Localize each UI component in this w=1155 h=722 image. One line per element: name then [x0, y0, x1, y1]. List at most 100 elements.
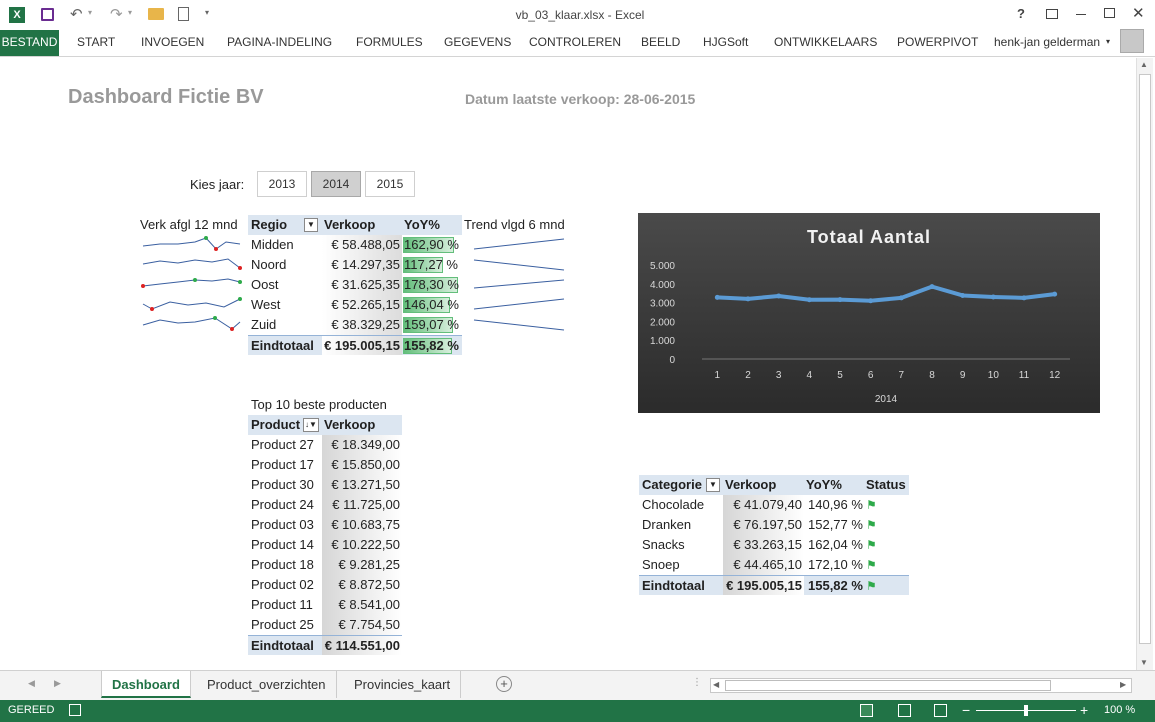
product-sort-filter-icon[interactable]: ↓▼: [303, 418, 319, 432]
customize-toolbar-icon[interactable]: ▾: [205, 8, 209, 17]
year-button-2014[interactable]: 2014: [311, 171, 361, 197]
yoy-value: 159,07 %: [404, 317, 459, 332]
macro-record-icon[interactable]: [69, 704, 81, 716]
tab-powerpivot[interactable]: POWERPIVOT: [897, 30, 978, 56]
x-tick-label: 9: [960, 370, 966, 381]
chart-title: Totaal Aantal: [807, 227, 931, 247]
help-icon[interactable]: ?: [1017, 6, 1025, 21]
product-name: Product 27: [251, 437, 314, 452]
product-name: Product 14: [251, 537, 314, 552]
scroll-thumb[interactable]: [1139, 74, 1151, 644]
redo-dropdown-icon[interactable]: ▾: [128, 8, 132, 17]
region-sales: € 52.265,15: [322, 295, 402, 315]
add-sheet-icon[interactable]: +: [496, 676, 512, 692]
redo-icon[interactable]: ↷: [110, 5, 123, 23]
region-yoy: 159,07 %: [402, 315, 462, 335]
product-name: Product 30: [251, 477, 314, 492]
save-icon[interactable]: [41, 8, 54, 21]
avatar[interactable]: [1120, 29, 1144, 53]
user-dropdown-icon[interactable]: ▾: [1106, 30, 1110, 56]
page-layout-view-icon[interactable]: [898, 704, 911, 717]
y-tick-label: 1.000: [650, 336, 675, 347]
category-name: Snoep: [642, 557, 680, 572]
product-sales-header: Verkoop: [322, 415, 402, 435]
scroll-left-icon[interactable]: ◀: [713, 680, 719, 689]
tab-hjgsoft[interactable]: HJGSoft: [703, 30, 748, 56]
sparklines-left: [141, 236, 242, 331]
product-sales: € 18.349,00: [322, 435, 402, 455]
category-yoy: 152,77 %: [808, 517, 863, 532]
page-break-view-icon[interactable]: [934, 704, 947, 717]
scroll-right-icon[interactable]: ▶: [1120, 680, 1126, 689]
product-table-caption: Top 10 beste producten: [251, 397, 387, 412]
yoy-value: 146,04 %: [404, 297, 459, 312]
region-filter-icon[interactable]: ▼: [304, 218, 318, 232]
horizontal-scrollbar[interactable]: ◀ ▶: [710, 678, 1132, 693]
year-button-2013[interactable]: 2013: [257, 171, 307, 197]
title-bar: X ↶ ▾ ↷ ▾ ▾ vb_03_klaar.xlsx - Excel ? ✕: [0, 0, 1155, 30]
new-file-icon[interactable]: [178, 7, 189, 21]
tab-start[interactable]: START: [77, 30, 115, 56]
dashboard-title: Dashboard Fictie BV: [68, 86, 264, 108]
zoom-out-icon[interactable]: −: [962, 702, 970, 718]
zoom-level[interactable]: 100 %: [1104, 704, 1135, 716]
status-cell: ⚑: [864, 515, 909, 535]
sheet-tab-provincies-kaart[interactable]: Provincies_kaart: [344, 671, 462, 698]
tab-ontwikkelaars[interactable]: ONTWIKKELAARS: [774, 30, 877, 56]
region-yoy: 146,04 %: [402, 295, 462, 315]
region-sales: € 14.297,35: [322, 255, 402, 275]
status-cell: ⚑: [864, 535, 909, 555]
split-handle-icon[interactable]: ⋮: [692, 677, 702, 688]
tab-formules[interactable]: FORMULES: [356, 30, 423, 56]
yoy-value: 117,27 %: [404, 257, 458, 272]
year-slicer-label: Kies jaar:: [190, 177, 245, 192]
tab-pagina-indeling[interactable]: PAGINA-INDELING: [227, 30, 332, 56]
x-tick-label: 12: [1049, 370, 1061, 381]
region-name: Noord: [251, 257, 287, 272]
product-sales: € 9.281,25: [322, 555, 402, 575]
tab-bestand[interactable]: BESTAND: [0, 30, 59, 56]
vertical-scrollbar[interactable]: ▲ ▼: [1136, 58, 1153, 670]
scroll-down-icon[interactable]: ▼: [1140, 658, 1148, 667]
category-total-yoy: 155,82 %: [804, 575, 864, 595]
minimize-icon[interactable]: [1076, 14, 1086, 15]
undo-dropdown-icon[interactable]: ▾: [88, 8, 92, 17]
tab-gegevens[interactable]: GEGEVENS: [444, 30, 511, 56]
ready-status: GEREED: [8, 704, 55, 716]
region-yoy-header: YoY%: [402, 215, 462, 235]
x-tick-label: 8: [929, 370, 935, 381]
status-cell: ⚑: [864, 495, 909, 515]
scroll-up-icon[interactable]: ▲: [1140, 60, 1148, 69]
product-total-sales: € 114.551,00: [322, 635, 402, 655]
category-sales: € 41.079,40: [723, 495, 804, 515]
sheet-tabs-bar: ◀ ▶ Dashboard Product_overzichten Provin…: [0, 670, 1155, 700]
ribbon-display-icon[interactable]: [1046, 9, 1058, 19]
normal-view-icon[interactable]: [860, 704, 873, 717]
category-sales: € 33.263,15: [723, 535, 804, 555]
year-button-2015[interactable]: 2015: [365, 171, 415, 197]
zoom-slider-thumb[interactable]: [1024, 705, 1028, 716]
sheet-tab-dashboard[interactable]: Dashboard: [101, 671, 191, 698]
totaal-aantal-chart[interactable]: Totaal Aantal 5.000 4.000 3.000 2.000 1.000 0 1…: [638, 213, 1100, 413]
data-point: [898, 295, 904, 301]
prev-sheet-icon[interactable]: ◀: [28, 678, 35, 689]
tab-invoegen[interactable]: INVOEGEN: [141, 30, 204, 56]
user-name[interactable]: henk-jan gelderman: [994, 30, 1100, 56]
open-folder-icon[interactable]: [148, 8, 164, 20]
zoom-in-icon[interactable]: +: [1080, 702, 1088, 718]
sparkline-midden: [142, 237, 241, 250]
h-scroll-thumb[interactable]: [725, 680, 1051, 691]
close-icon[interactable]: ✕: [1132, 4, 1145, 22]
next-sheet-icon[interactable]: ▶: [54, 678, 61, 689]
tab-controleren[interactable]: CONTROLEREN: [529, 30, 621, 56]
category-sales: € 44.465,10: [723, 555, 804, 575]
category-filter-icon[interactable]: ▼: [706, 478, 720, 492]
maximize-icon[interactable]: [1104, 8, 1115, 18]
excel-logo-icon: X: [9, 7, 25, 23]
undo-icon[interactable]: ↶: [70, 5, 83, 23]
tab-beeld[interactable]: BEELD: [641, 30, 680, 56]
status-cell: ⚑: [864, 575, 909, 595]
region-total-yoy: 155,82 %: [402, 335, 462, 355]
sheet-tab-product-overzichten[interactable]: Product_overzichten: [197, 671, 337, 698]
yoy-value: 162,90 %: [404, 237, 459, 252]
